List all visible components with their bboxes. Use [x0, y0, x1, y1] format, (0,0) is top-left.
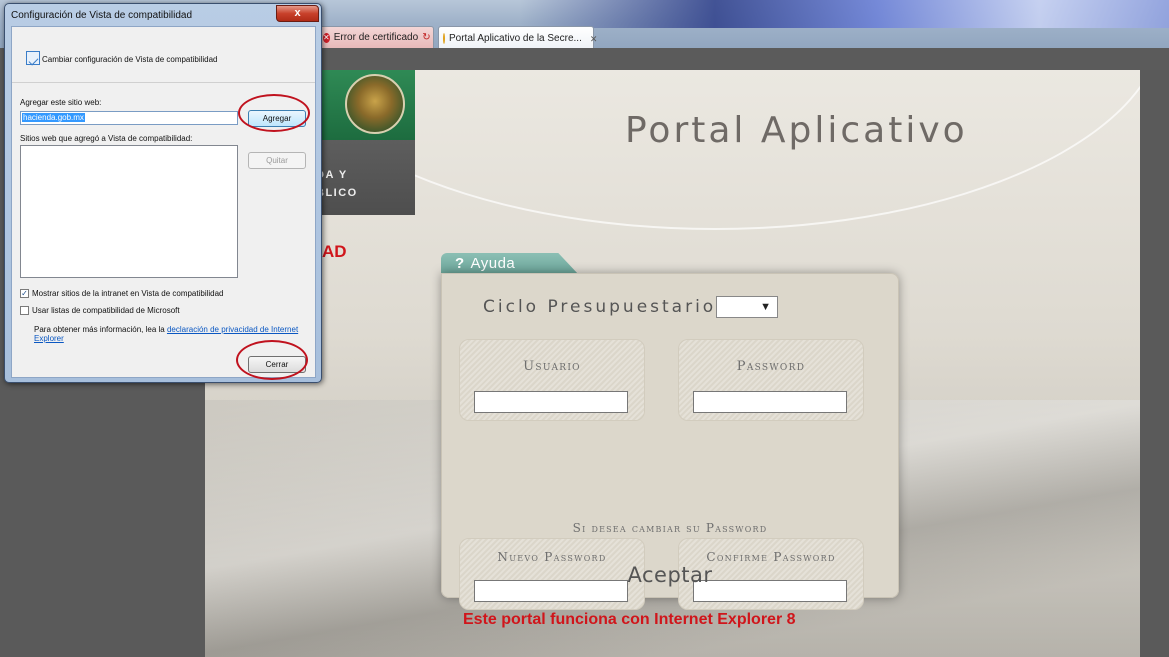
dialog-body: Cambiar configuración de Vista de compat…: [11, 26, 316, 378]
tab-certificate-error[interactable]: ✕ Error de certificado ↻: [318, 26, 434, 48]
tab-label: Portal Aplicativo de la Secre...: [449, 32, 582, 44]
web-page: DA Y BLICO IDAD Portal Aplicativo ? Ayud…: [205, 70, 1140, 657]
microsoft-list-checkbox-label: Usar listas de compatibilidad de Microso…: [32, 306, 180, 315]
ie-favicon-icon: [443, 33, 445, 44]
header-line-1: DA Y: [316, 169, 348, 181]
help-icon: ?: [455, 255, 465, 272]
browser-requirement-note: Este portal funciona con Internet Explor…: [463, 611, 796, 628]
microsoft-list-checkbox-row[interactable]: Usar listas de compatibilidad de Microso…: [20, 306, 180, 315]
usuario-box: Usuario: [459, 339, 645, 421]
usuario-label: Usuario: [523, 359, 581, 374]
password-label: Password: [736, 359, 806, 374]
change-password-note: Si desea cambiar su Password: [572, 521, 768, 535]
usuario-input[interactable]: [474, 391, 628, 413]
microsoft-list-checkbox[interactable]: [20, 306, 29, 315]
sites-list[interactable]: [20, 145, 238, 278]
chevron-down-icon: ▼: [760, 301, 771, 313]
add-site-value: hacienda.gob.mx: [22, 113, 85, 122]
help-tab-label: Ayuda: [470, 255, 516, 272]
password-box: Password: [678, 339, 864, 421]
error-icon: ✕: [323, 32, 330, 43]
intranet-checkbox-label: Mostrar sitios de la intranet en Vista d…: [32, 289, 224, 298]
close-tab-icon[interactable]: ✕: [590, 29, 598, 49]
annotation-ring-close: [236, 340, 308, 380]
mexico-seal-logo: [345, 74, 405, 134]
nuevo-password-label: Nuevo Password: [497, 550, 607, 564]
aceptar-button[interactable]: Aceptar: [441, 563, 899, 587]
tab-label: Error de certificado: [333, 31, 419, 43]
password-input[interactable]: [693, 391, 847, 413]
login-panel: Ciclo Presupuestario: ▼ Usuario Password…: [441, 273, 899, 610]
dialog-title: Configuración de Vista de compatibilidad: [11, 10, 193, 21]
compatibility-view-dialog: Configuración de Vista de compatibilidad…: [4, 3, 322, 383]
ciclo-label: Ciclo Presupuestario:: [483, 297, 725, 317]
portal-title: Portal Aplicativo: [625, 110, 968, 151]
header-line-2: BLICO: [316, 187, 358, 199]
annotation-ring-add: [238, 94, 310, 132]
intranet-checkbox-row[interactable]: ✓ Mostrar sitios de la intranet en Vista…: [20, 289, 224, 298]
add-site-label: Agregar este sitio web:: [20, 98, 102, 107]
dialog-header-text: Cambiar configuración de Vista de compat…: [42, 55, 218, 64]
add-site-input[interactable]: hacienda.gob.mx: [20, 111, 238, 125]
dialog-close-button[interactable]: x: [276, 5, 319, 22]
help-tab[interactable]: ? Ayuda: [441, 253, 579, 275]
header-agency-text: DA Y BLICO: [310, 166, 410, 202]
refresh-icon[interactable]: ↻: [422, 28, 430, 48]
confirme-password-label: Confirme Password: [706, 550, 836, 564]
ciclo-select[interactable]: ▼: [716, 296, 778, 318]
intranet-checkbox[interactable]: ✓: [20, 289, 29, 298]
remove-button[interactable]: Quitar: [248, 152, 306, 169]
sites-list-label: Sitios web que agregó a Vista de compati…: [20, 134, 193, 143]
privacy-info-text: Para obtener más información, lea la: [34, 325, 167, 334]
window-glow: [520, 0, 1169, 28]
tab-portal[interactable]: Portal Aplicativo de la Secre... ✕: [438, 26, 597, 50]
compatibility-view-icon: [26, 51, 40, 65]
divider: [12, 82, 315, 83]
